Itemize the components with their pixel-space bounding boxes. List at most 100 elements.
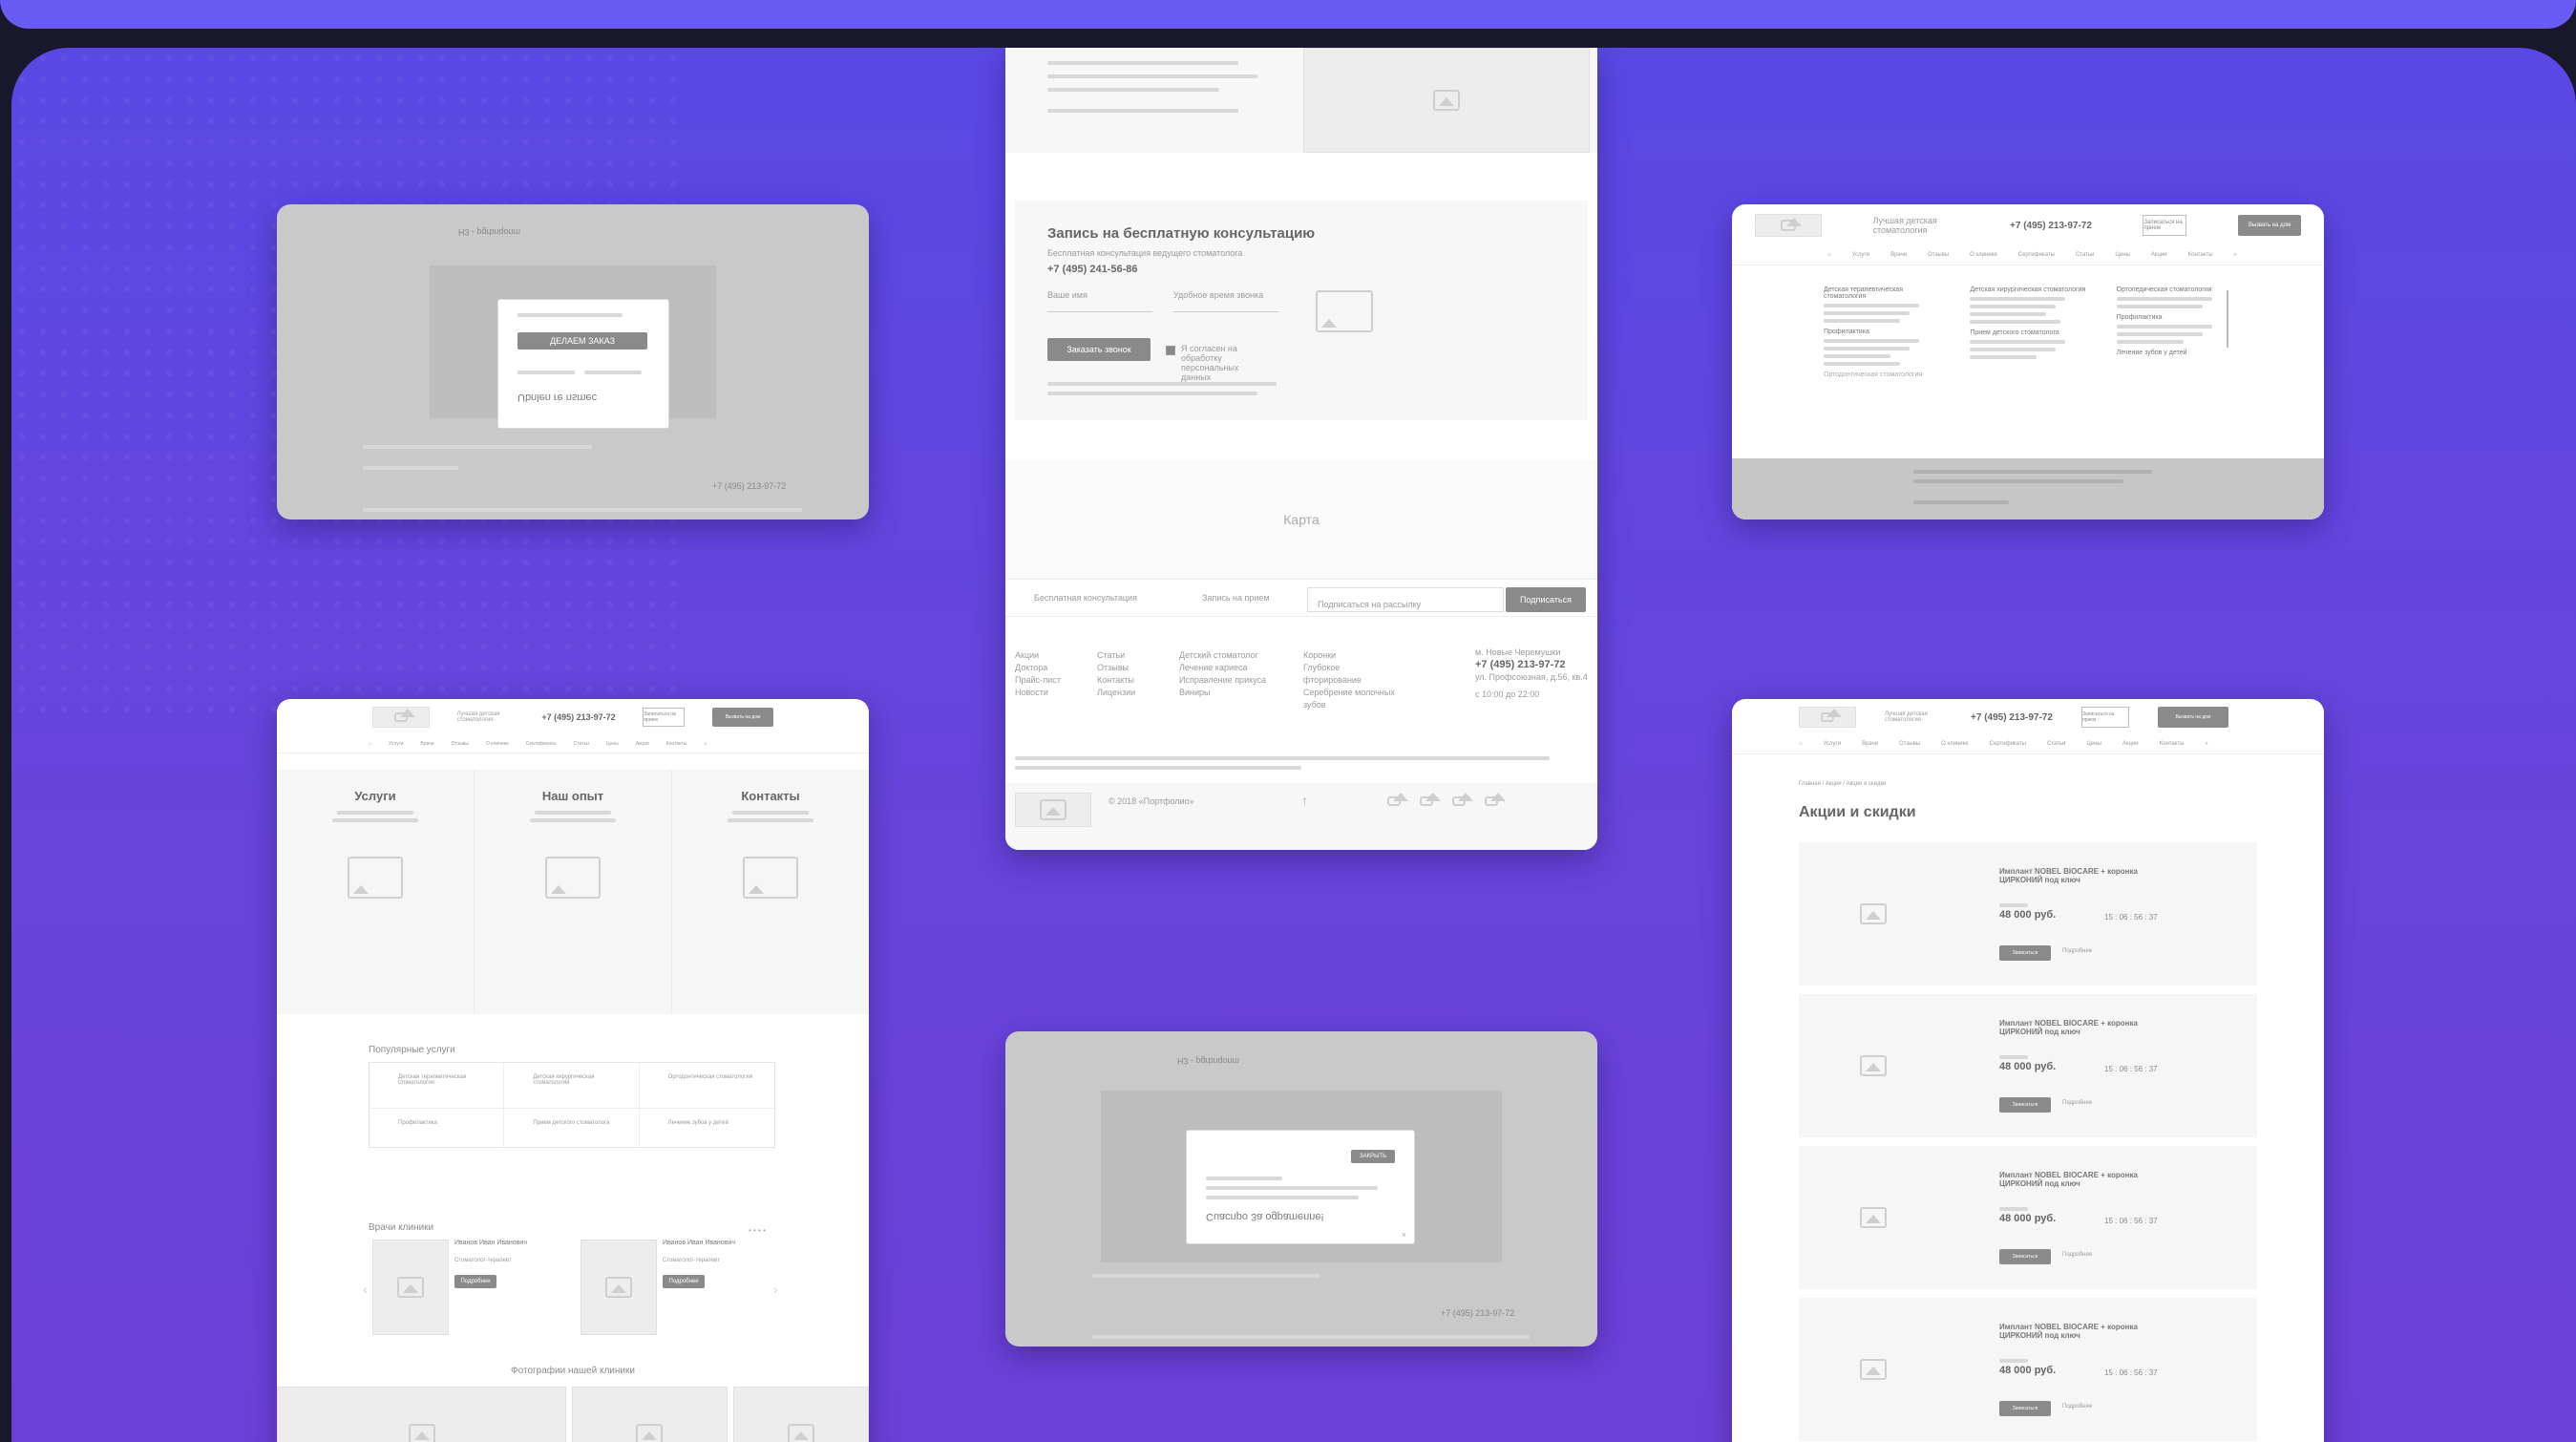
home-visit-button[interactable]: Вызвать на дом [712, 708, 773, 727]
nav-item[interactable]: Контакты [2188, 252, 2213, 259]
social-icon[interactable] [1452, 793, 1473, 806]
footer-link[interactable]: Исправление прикуса [1179, 674, 1275, 687]
subscribe-input[interactable]: Подписаться на рассылку [1307, 587, 1504, 612]
panel-title[interactable]: Наш опыт [475, 789, 671, 803]
promo-signup-button[interactable]: Записаться [1999, 1249, 2051, 1264]
strip-appointment-link[interactable]: Запись на прием [1202, 593, 1270, 603]
menu-scrollbar[interactable] [2227, 290, 2228, 348]
service-item[interactable]: Прием детского стоматолога [504, 1108, 640, 1147]
nav-item[interactable]: О клинике [1970, 252, 1997, 259]
nav-item[interactable]: Сертификаты [1990, 741, 2026, 748]
doctor-name[interactable]: Иванов Иван Иванович [663, 1240, 768, 1246]
consent-checkbox[interactable] [1166, 346, 1175, 355]
nav-item[interactable]: Врачи [420, 741, 433, 747]
panel-title[interactable]: Услуги [277, 789, 474, 803]
menu-heading[interactable]: Лечение зубов у детей [2117, 350, 2234, 356]
nav-item[interactable]: Цены [606, 741, 619, 747]
carousel-next-icon[interactable]: › [773, 1282, 778, 1297]
social-icon[interactable] [1485, 793, 1506, 806]
promo-name[interactable]: Имплант NOBEL BIOCARE + коронка ЦИРКОНИЙ… [1999, 1019, 2162, 1036]
home-visit-button[interactable]: Вызвать на дом [2237, 215, 2301, 236]
nav-item[interactable]: Отзывы [1899, 741, 1920, 748]
nav-item[interactable]: Услуги [389, 741, 403, 747]
promo-name[interactable]: Имплант NOBEL BIOCARE + коронка ЦИРКОНИЙ… [1999, 1323, 2162, 1340]
carousel-prev-icon[interactable]: ‹ [363, 1282, 368, 1297]
home-visit-button[interactable]: Вызвать на дом [2157, 707, 2228, 728]
doctor-details-button[interactable]: Подробнее [663, 1275, 705, 1288]
service-item[interactable]: Детская хирургическая стоматология [504, 1063, 640, 1109]
strip-consult-link[interactable]: Бесплатная консультация [1034, 593, 1137, 603]
promo-name[interactable]: Имплант NOBEL BIOCARE + коронка ЦИРКОНИЙ… [1999, 1171, 2162, 1188]
footer-link[interactable]: Лицензии [1097, 687, 1151, 699]
footer-link[interactable]: Отзывы [1097, 662, 1151, 674]
nav-item[interactable]: Статьи [2047, 741, 2065, 748]
footer-link[interactable]: Лечение кариеса [1179, 662, 1275, 674]
menu-heading[interactable]: Прием детского стоматолога [1970, 329, 2087, 336]
menu-heading[interactable]: Ортопедическая стоматология [2117, 286, 2234, 293]
footer-link[interactable]: Акции [1015, 649, 1068, 662]
menu-heading[interactable]: Ортодонтическая стоматология [1824, 371, 1941, 378]
footer-link[interactable]: Коронки [1303, 649, 1395, 662]
subscribe-button[interactable]: Подписаться [1506, 587, 1586, 612]
promo-details-link[interactable]: Подробнее [2062, 1404, 2092, 1410]
search-icon[interactable]: ⌕ [704, 741, 707, 747]
nav-item[interactable]: Услуги [1852, 252, 1869, 259]
name-input[interactable] [1047, 311, 1152, 312]
footer-link[interactable]: Глубокое фторирование [1303, 662, 1395, 687]
nav-item[interactable]: Сертификаты [2018, 252, 2055, 259]
promo-signup-button[interactable]: Записаться [1999, 1401, 2051, 1416]
menu-heading[interactable]: Профилактика [1824, 329, 1941, 335]
footer-link[interactable]: Серебрение молочных зубов [1303, 687, 1395, 711]
scroll-top-icon[interactable]: ↑ [1301, 793, 1308, 808]
home-icon[interactable]: ⌂ [1827, 252, 1831, 259]
promo-name[interactable]: Имплант NOBEL BIOCARE + коронка ЦИРКОНИЙ… [1999, 867, 2162, 884]
search-icon[interactable]: ⌕ [2234, 252, 2237, 259]
nav-item[interactable]: О клинике [1941, 741, 1969, 748]
nav-item[interactable]: О клинике [486, 741, 509, 747]
service-item[interactable]: Лечение зубов у детей [640, 1109, 774, 1148]
service-item[interactable]: Ортодонтическая стоматология [639, 1063, 774, 1109]
home-icon[interactable]: ⌂ [1799, 741, 1803, 748]
nav-item[interactable]: Цены [2086, 741, 2101, 748]
promo-details-link[interactable]: Подробнее [2062, 948, 2092, 954]
footer-link[interactable]: Детский стоматолог [1179, 649, 1275, 662]
breadcrumb[interactable]: Главная / Акции / Акции и скидки [1799, 781, 1887, 787]
nav-item[interactable]: Отзывы [1928, 252, 1949, 259]
nav-item[interactable]: Контакты [2160, 741, 2185, 748]
signup-button[interactable]: Записаться на прием [643, 708, 686, 727]
promo-signup-button[interactable]: Записаться [1999, 1097, 2051, 1113]
menu-heading[interactable]: Детская терапевтическая стоматология [1824, 286, 1941, 300]
nav-item[interactable]: Статьи [574, 741, 589, 747]
nav-item[interactable]: Цены [2115, 252, 2129, 259]
doctor-details-button[interactable]: Подробнее [454, 1275, 496, 1288]
nav-item[interactable]: Врачи [1862, 741, 1878, 748]
promo-signup-button[interactable]: Записаться [1999, 945, 2051, 961]
nav-item[interactable]: Акции [636, 741, 649, 747]
modal-close-button[interactable]: ЗАКРЫТЬ [1351, 1150, 1395, 1163]
home-icon[interactable]: ⌂ [369, 741, 371, 747]
menu-heading[interactable]: Профилактика [2117, 314, 2234, 321]
footer-link[interactable]: Прайс-лист [1015, 674, 1068, 687]
footer-link[interactable]: Доктора [1015, 662, 1068, 674]
close-icon[interactable]: × [1402, 1230, 1406, 1240]
nav-item[interactable]: Услуги [1824, 741, 1841, 748]
nav-item[interactable]: Контакты [666, 741, 687, 747]
signup-button[interactable]: Записаться на прием [2143, 215, 2187, 236]
footer-link[interactable]: Виниры [1179, 687, 1275, 699]
menu-heading[interactable]: Детская хирургическая стоматология [1970, 286, 2087, 293]
submit-callback-button[interactable]: Заказать звонок [1047, 338, 1151, 361]
social-icon[interactable] [1420, 793, 1441, 806]
nav-item[interactable]: Сертификаты [526, 741, 557, 747]
nav-item[interactable]: Акции [2151, 252, 2167, 259]
nav-item[interactable]: Врачи [1890, 252, 1907, 259]
signup-button[interactable]: Записаться на прием [2080, 707, 2129, 728]
search-icon[interactable]: ⌕ [2206, 741, 2208, 748]
carousel-dots[interactable]: • • • • [749, 1226, 766, 1235]
promo-details-link[interactable]: Подробнее [2062, 1252, 2092, 1258]
nav-item[interactable]: Статьи [2076, 252, 2094, 259]
nav-item[interactable]: Отзывы [452, 741, 469, 747]
service-item[interactable]: Детская терапевтическая стоматология [370, 1063, 505, 1109]
nav-item[interactable]: Акции [2122, 741, 2139, 748]
footer-link[interactable]: Новости [1015, 687, 1068, 699]
panel-title[interactable]: Контакты [672, 789, 869, 803]
